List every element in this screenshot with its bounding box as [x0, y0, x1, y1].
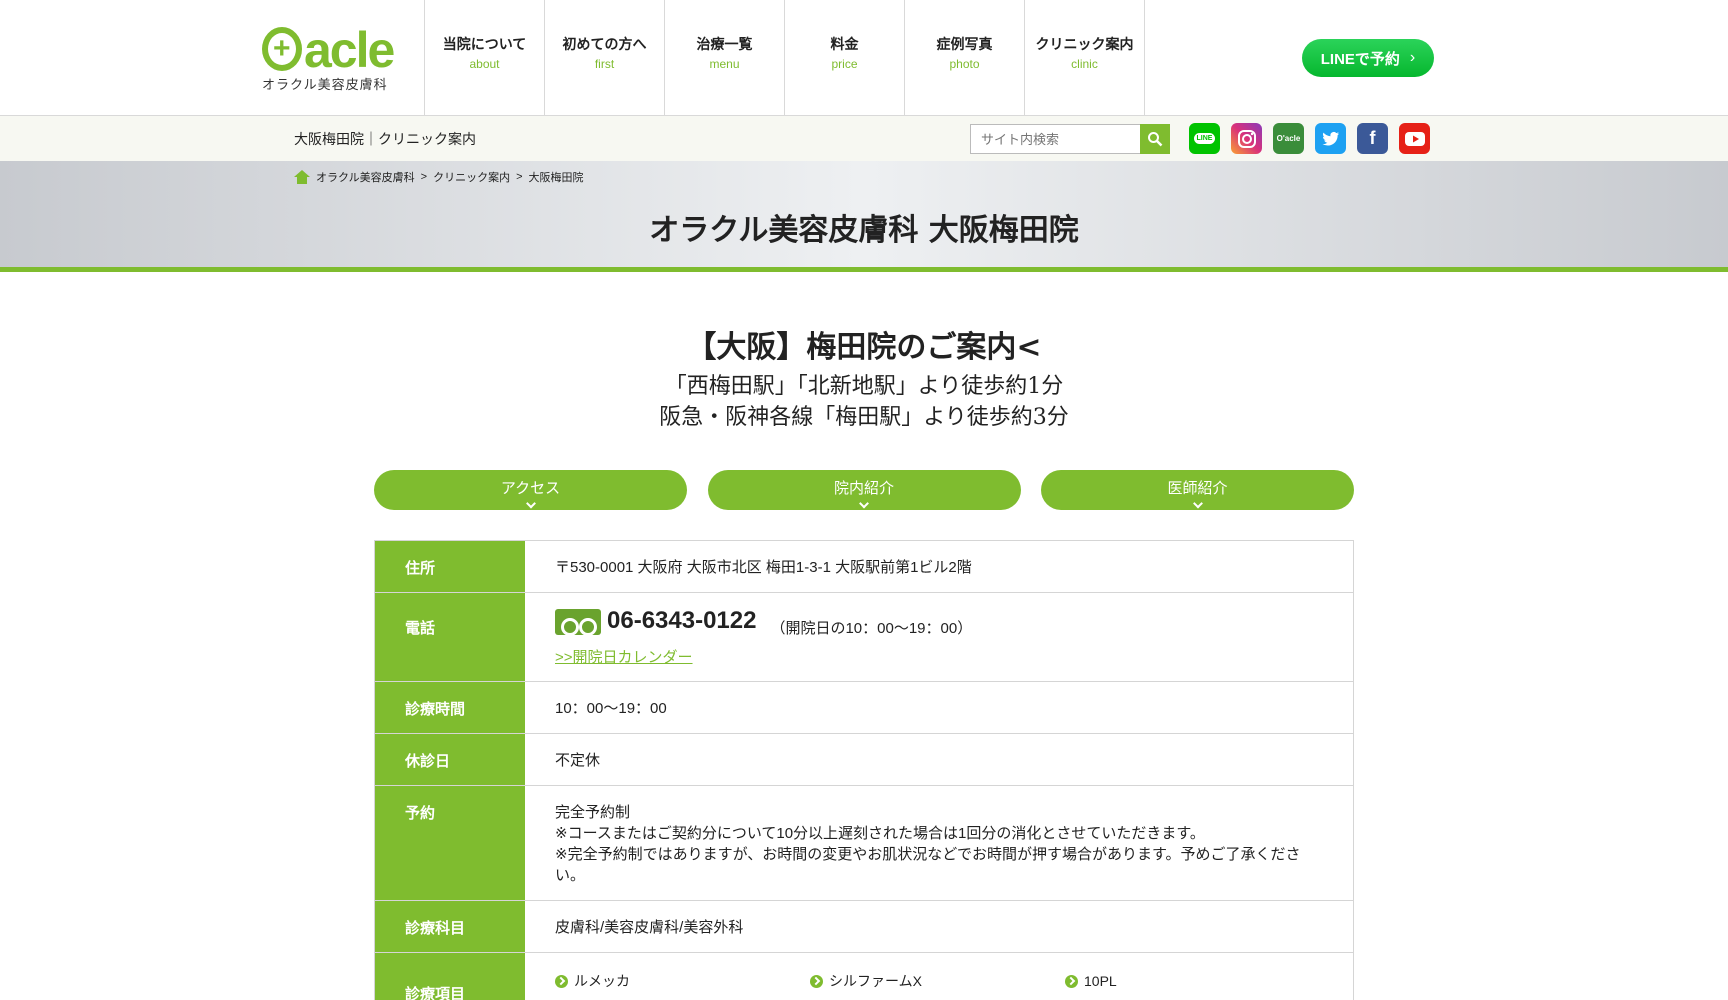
chevron-down-icon: [525, 498, 536, 509]
chevron-down-icon: [859, 498, 869, 509]
info-label-address: 住所: [375, 541, 525, 592]
info-row-departments: 診療科目 皮膚科/美容皮膚科/美容外科: [375, 901, 1353, 953]
info-row-treatments: 診療項目 ルメッカ シルファームX 10PL: [375, 953, 1353, 1000]
info-value-treatments: ルメッカ シルファームX 10PL: [525, 953, 1353, 1000]
anchor-doctor-button[interactable]: 医師紹介: [1041, 470, 1354, 510]
instagram-glyph-icon: [1237, 129, 1256, 148]
tel-line: 06-6343-0122 （開院日の10：00～19：00）: [555, 607, 1323, 639]
treatment-item[interactable]: シルファームX: [810, 971, 1065, 992]
info-label-departments: 診療科目: [375, 901, 525, 952]
breadcrumb-clinic[interactable]: クリニック案内: [433, 169, 510, 185]
sub-bar: 大阪梅田院｜クリニック案内 LINE O'acle f: [0, 116, 1728, 161]
info-label-hours: 診療時間: [375, 682, 525, 733]
breadcrumb-separator: >: [516, 171, 523, 183]
youtube-play-icon: [1404, 131, 1425, 146]
nav-item-photo[interactable]: 症例写真 photo: [905, 0, 1025, 116]
search-button[interactable]: [1140, 124, 1170, 154]
info-label-closed: 休診日: [375, 734, 525, 785]
info-value-closed: 不定休: [555, 752, 601, 769]
arrow-bullet-icon: [810, 975, 823, 988]
intro-access-line-2: 阪急・阪神各線「梅田駅」より徒歩約3分: [659, 405, 1069, 430]
reservation-line-2: ※コースまたはご契約分について10分以上遅刻された場合は1回分の消化とさせていた…: [555, 825, 1205, 842]
info-row-closed: 休診日 不定休: [375, 734, 1353, 786]
oracle-blog-icon[interactable]: O'acle: [1273, 123, 1304, 154]
info-value-reservation: 完全予約制 ※コースまたはご契約分について10分以上遅刻された場合は1回分の消化…: [525, 786, 1353, 900]
reservation-line-3: ※完全予約制ではありますが、お時間の変更やお肌状況などでお時間が押す場合がありま…: [555, 846, 1301, 884]
treatment-list: ルメッカ シルファームX 10PL: [555, 953, 1323, 992]
info-label-tel: 電話: [375, 593, 525, 681]
info-row-address: 住所 〒530-0001 大阪府 大阪市北区 梅田1-3-1 大阪駅前第1ビル2…: [375, 541, 1353, 593]
line-icon[interactable]: LINE: [1189, 123, 1220, 154]
breadcrumb-current: 大阪梅田院: [528, 172, 584, 184]
home-icon[interactable]: [294, 170, 310, 184]
freedial-icon: [555, 609, 601, 636]
logo-o-icon: [262, 21, 302, 77]
chevron-down-icon: [1192, 498, 1203, 509]
facebook-icon[interactable]: f: [1357, 123, 1388, 154]
site-logo[interactable]: acle オラクル美容皮膚科: [262, 21, 395, 98]
intro-heading: 【大阪】梅田院のご案内<: [686, 330, 1042, 365]
instagram-icon[interactable]: [1231, 123, 1262, 154]
chevron-right-icon: ›: [1409, 49, 1416, 66]
twitter-bird-icon: [1322, 131, 1339, 146]
reservation-line-1: 完全予約制: [555, 804, 631, 821]
arrow-bullet-icon: [555, 975, 568, 988]
twitter-icon[interactable]: [1315, 123, 1346, 154]
nav-item-about[interactable]: 当院について about: [425, 0, 545, 116]
arrow-bullet-icon: [1065, 975, 1078, 988]
anchor-interior-button[interactable]: 院内紹介: [707, 470, 1021, 510]
info-value-departments: 皮膚科/美容皮膚科/美容外科: [555, 919, 744, 936]
tel-number[interactable]: 06-6343-0122: [555, 607, 756, 636]
anchor-nav: アクセス 院内紹介 医師紹介: [374, 470, 1354, 510]
info-row-reservation: 予約 完全予約制 ※コースまたはご契約分について10分以上遅刻された場合は1回分…: [375, 786, 1353, 901]
clinic-info-table: 住所 〒530-0001 大阪府 大阪市北区 梅田1-3-1 大阪駅前第1ビル2…: [374, 540, 1354, 1000]
breadcrumb-home[interactable]: オラクル美容皮膚科: [316, 169, 415, 185]
info-value-tel: 06-6343-0122 （開院日の10：00～19：00） >>開院日カレンダ…: [525, 593, 1353, 681]
info-label-treatments: 診療項目: [375, 953, 525, 1000]
treatment-item[interactable]: 10PL: [1065, 971, 1320, 992]
search-icon: [1148, 132, 1163, 147]
nav-item-clinic[interactable]: クリニック案内 clinic: [1025, 0, 1145, 116]
nav-item-menu[interactable]: 治療一覧 menu: [665, 0, 785, 116]
nav-item-price[interactable]: 料金 price: [785, 0, 905, 116]
page-title: オラクル美容皮膚科 大阪梅田院: [649, 213, 1079, 248]
page-subtitle: 大阪梅田院｜クリニック案内: [294, 131, 476, 147]
info-value-address: 〒530-0001 大阪府 大阪市北区 梅田1-3-1 大阪駅前第1ビル2階: [555, 559, 972, 576]
page-hero: オラクル美容皮膚科 > クリニック案内 > 大阪梅田院 オラクル美容皮膚科 大阪…: [0, 161, 1728, 272]
breadcrumb-separator: >: [420, 171, 428, 183]
calendar-link[interactable]: >>開院日カレンダー: [555, 647, 693, 668]
line-reserve-button[interactable]: LINEで予約 ›: [1302, 39, 1434, 77]
info-label-reservation: 予約: [375, 786, 525, 900]
breadcrumb: オラクル美容皮膚科 > クリニック案内 > 大阪梅田院: [294, 169, 584, 185]
treatment-item[interactable]: ルメッカ: [555, 971, 810, 992]
anchor-access-button[interactable]: アクセス: [374, 470, 687, 510]
social-links: LINE O'acle f: [1189, 123, 1430, 154]
nav-item-first[interactable]: 初めての方へ first: [545, 0, 665, 116]
global-nav: 当院について about 初めての方へ first 治療一覧 menu 料金 price…: [424, 0, 1145, 116]
info-row-tel: 電話 06-6343-0122 （開院日の10：00～19：00） >>開院日カ…: [375, 593, 1353, 682]
logo-mark: acle: [262, 21, 395, 78]
youtube-icon[interactable]: [1399, 123, 1430, 154]
site-header: acle オラクル美容皮膚科 当院についてabout 初めての方へfirst 治…: [0, 0, 1728, 116]
intro-access-line-1: 「西梅田駅」「北新地駅」より徒歩約1分: [664, 374, 1064, 399]
search-input[interactable]: [970, 124, 1140, 154]
info-value-hours: 10：00～19：00: [555, 700, 667, 717]
info-row-hours: 診療時間 10：00～19：00: [375, 682, 1353, 734]
tel-note: （開院日の10：00～19：00）: [770, 620, 973, 637]
site-search: [970, 124, 1170, 154]
